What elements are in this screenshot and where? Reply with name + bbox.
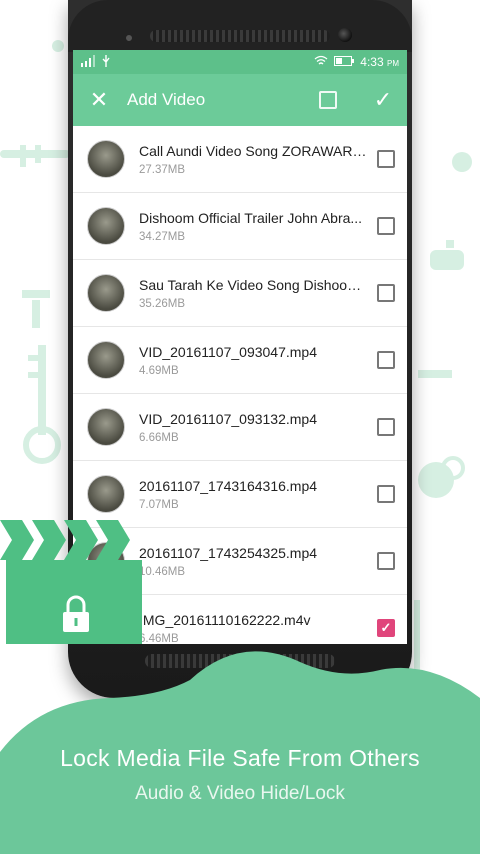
promo-subline: Audio & Video Hide/Lock (135, 783, 345, 804)
video-name: 20161107_1743164316.mp4 (139, 477, 318, 494)
phone-sensor (126, 35, 132, 41)
phone-front-camera (338, 28, 352, 42)
app-bar: ✕ Add Video ✓ (73, 74, 407, 126)
video-checkbox[interactable] (377, 217, 395, 235)
video-list-item[interactable]: VID_20161107_093132.mp4 6.66MB (73, 394, 407, 461)
video-thumbnail (87, 341, 125, 379)
video-name: VID_20161107_093132.mp4 (139, 410, 318, 427)
video-name: Dishoom Official Trailer John Abra... (139, 209, 363, 226)
video-checkbox[interactable] (377, 150, 395, 168)
video-name: IMG_20161110162222.m4v (139, 611, 311, 628)
video-size: 35.26MB (139, 297, 186, 310)
video-list-item[interactable]: Dishoom Official Trailer John Abra... 34.… (73, 193, 407, 260)
video-size: 10.46MB (139, 565, 186, 578)
video-thumbnail (87, 475, 125, 513)
video-thumbnail (87, 408, 125, 446)
check-icon[interactable]: ✓ (369, 87, 397, 113)
close-icon[interactable]: ✕ (83, 87, 115, 113)
video-size: 34.27MB (139, 230, 186, 243)
select-all-checkbox[interactable] (319, 91, 337, 109)
video-list-item[interactable]: VID_20161107_093047.mp4 4.69MB (73, 327, 407, 394)
phone-top-bezel (68, 0, 412, 52)
clapperboard-lock-icon (0, 520, 142, 644)
video-list-item[interactable]: Call Aundi Video Song ZORAWAR ... 27.37MB (73, 126, 407, 193)
page-title: Add Video (127, 90, 206, 109)
video-checkbox[interactable] (377, 552, 395, 570)
video-name: 20161107_1743254325.mp4 (139, 544, 318, 561)
battery-icon (334, 55, 355, 69)
status-bar: 4:33 PM (73, 50, 407, 74)
video-name: Call Aundi Video Song ZORAWAR ... (139, 142, 367, 159)
video-size: 7.07MB (139, 498, 179, 511)
video-checkbox[interactable]: ✓ (377, 619, 395, 637)
promo-headline: Lock Media File Safe From Others (60, 745, 420, 771)
video-thumbnail (87, 140, 125, 178)
status-time: 4:33 PM (360, 55, 399, 69)
usb-icon (101, 54, 111, 70)
video-checkbox[interactable] (377, 485, 395, 503)
signal-icon (81, 54, 95, 70)
video-size: 27.37MB (139, 163, 186, 176)
video-checkbox[interactable] (377, 351, 395, 369)
video-size: 4.69MB (139, 364, 179, 377)
phone-speaker-top (150, 30, 330, 42)
video-checkbox[interactable] (377, 418, 395, 436)
wifi-icon (314, 55, 328, 69)
video-size: 6.66MB (139, 431, 179, 444)
video-name: VID_20161107_093047.mp4 (139, 343, 318, 360)
video-list-item[interactable]: Sau Tarah Ke Video Song Dishoom... 35.26M… (73, 260, 407, 327)
video-name: Sau Tarah Ke Video Song Dishoom... (139, 276, 367, 293)
video-thumbnail (87, 274, 125, 312)
video-checkbox[interactable] (377, 284, 395, 302)
video-thumbnail (87, 207, 125, 245)
